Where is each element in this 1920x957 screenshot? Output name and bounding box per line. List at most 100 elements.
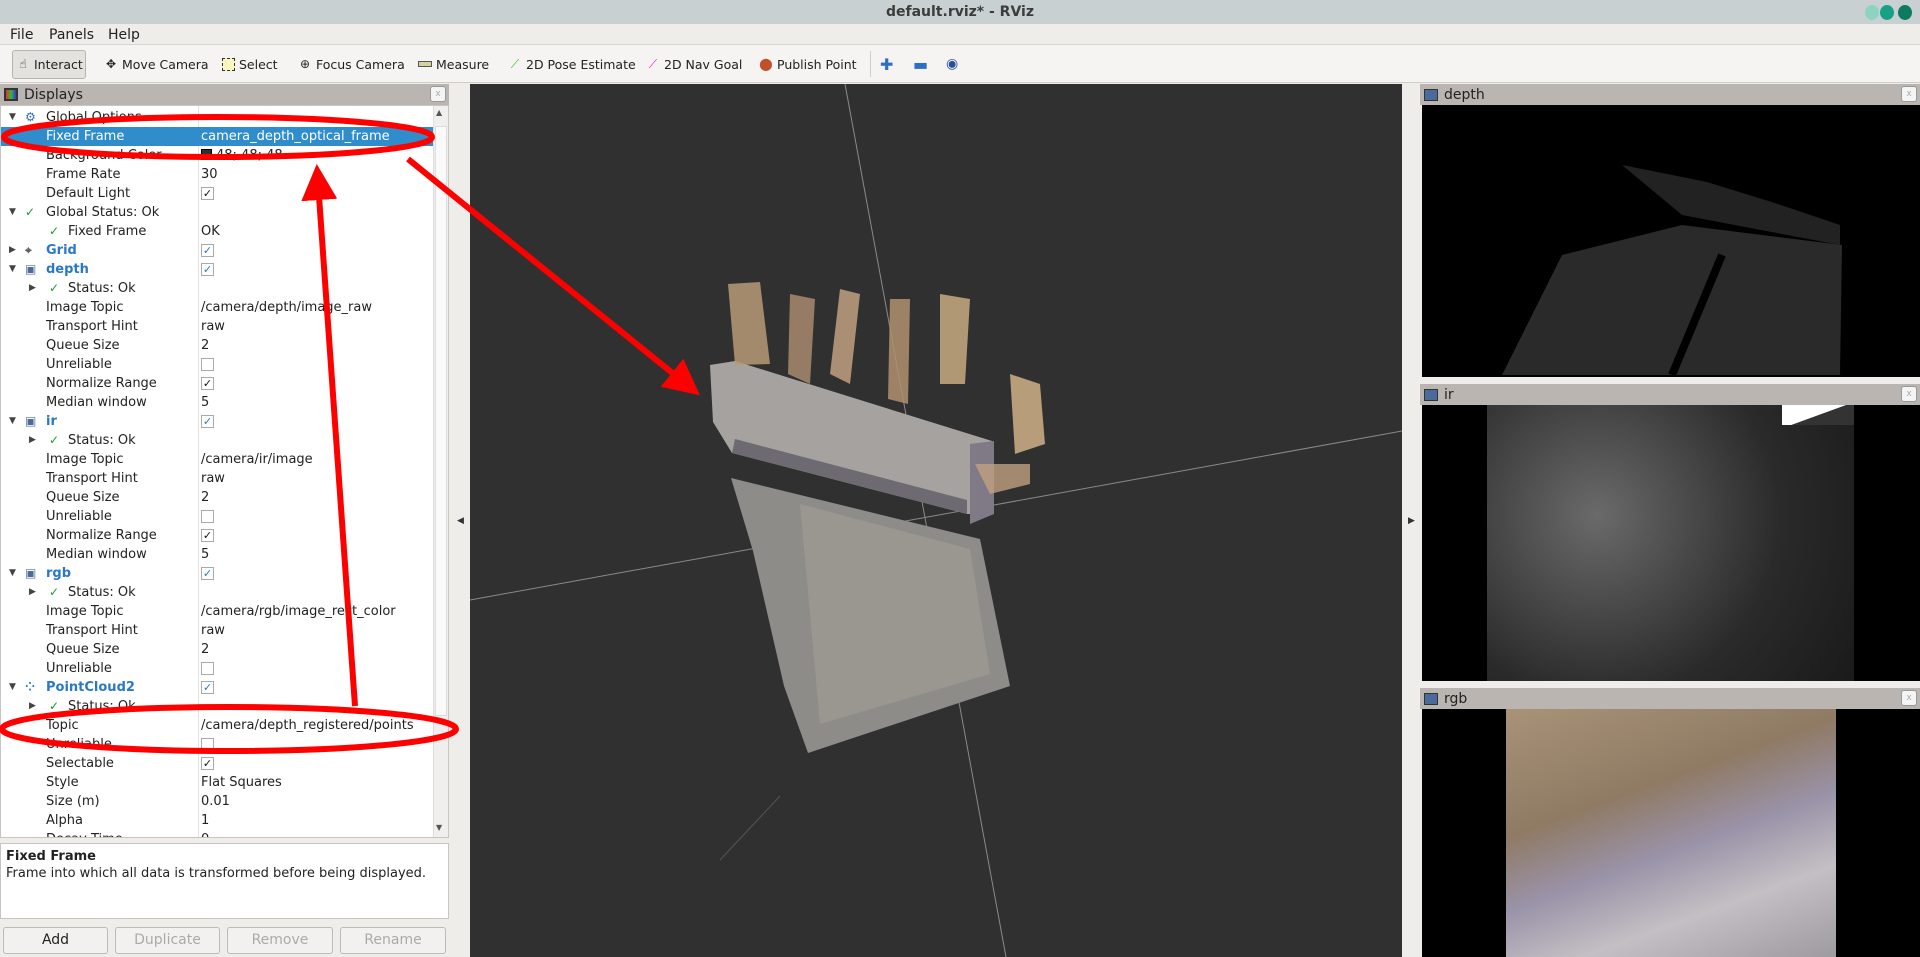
tree-row[interactable]: Default Light ✓ [1,184,433,203]
tree-row[interactable]: Queue Size 2 [1,336,433,355]
minimize-button[interactable] [1865,5,1879,20]
property-value[interactable]: 2 [201,642,209,657]
tree-row[interactable]: ▶ ✓ Status: Ok [1,583,433,602]
checkbox[interactable]: ✓ [201,377,214,390]
tree-row[interactable]: Transport Hint raw [1,317,433,336]
tree-row[interactable]: Selectable ✓ [1,754,433,773]
add-button[interactable]: Add [3,927,108,954]
property-value-cell[interactable]: raw [201,317,225,336]
collapse-arrow-icon[interactable]: ▼ [9,203,16,222]
property-value[interactable]: camera_depth_optical_frame [201,129,390,144]
tree-row[interactable]: Image Topic/camera/depth/image_raw [1,298,433,317]
tree-row[interactable]: ▼ ▣ rgb ✓ [1,564,433,583]
tree-row[interactable]: Transport Hint raw [1,469,433,488]
property-value[interactable]: 5 [201,395,209,410]
tree-row[interactable]: Decay Time 0 [1,830,433,837]
property-value[interactable]: 5 [201,547,209,562]
tree-row[interactable]: Image Topic/camera/ir/image [1,450,433,469]
property-value-cell[interactable]: 5 [201,545,209,564]
property-value-cell[interactable]: 2 [201,640,209,659]
property-value-cell[interactable]: 0 [201,830,209,837]
tree-row[interactable]: ▼ ▣ ir ✓ [1,412,433,431]
close-panel-button[interactable]: x [430,86,446,102]
checkbox[interactable]: ✓ [201,757,214,770]
property-value[interactable]: OK [201,224,220,239]
property-value[interactable]: 48; 48; 48 [216,148,283,163]
collapse-arrow-icon[interactable]: ▼ [9,412,16,431]
tree-row[interactable]: ▼ ▣ depth ✓ [1,260,433,279]
left-dock-handle[interactable]: ◀ [451,84,469,957]
3d-view[interactable] [470,84,1402,957]
property-value[interactable]: /camera/depth/image_raw [201,300,372,315]
tree-row[interactable]: Queue Size 2 [1,488,433,507]
tree-row[interactable]: Normalize Range ✓ [1,526,433,545]
property-value-cell[interactable]: /camera/ir/image [201,450,313,469]
property-value-cell[interactable]: 1 [201,811,209,830]
tree-row[interactable]: ▶ ✓ Status: Ok [1,279,433,298]
tree-row[interactable]: Frame Rate 30 [1,165,433,184]
menu-panels[interactable]: Panels [49,27,94,43]
tree-row[interactable]: Image Topic/camera/rgb/image_rect_color [1,602,433,621]
duplicate-button[interactable]: Duplicate [115,927,220,954]
expand-arrow-icon[interactable]: ▶ [9,241,16,260]
collapse-right-icon[interactable]: ▶ [1408,516,1415,526]
collapse-arrow-icon[interactable]: ▼ [9,678,16,697]
tree-row[interactable]: ✓ Fixed Frame OK [1,222,433,241]
property-value-cell[interactable]: /camera/rgb/image_rect_color [201,602,396,621]
property-value-cell[interactable]: 0.01 [201,792,230,811]
checkbox[interactable]: ✓ [201,529,214,542]
tree-row[interactable]: Size (m) 0.01 [1,792,433,811]
scroll-down-icon[interactable]: ▼ [436,823,442,832]
checkbox[interactable]: ✓ [201,567,214,580]
property-value-cell[interactable]: Flat Squares [201,773,282,792]
checkbox[interactable] [201,358,214,371]
tree-row[interactable]: Queue Size 2 [1,640,433,659]
property-value[interactable]: 0.01 [201,794,230,809]
tree-row[interactable]: Unreliable [1,507,433,526]
maximize-button[interactable] [1880,5,1894,20]
property-value-cell[interactable]: camera_depth_optical_frame [201,127,390,146]
property-value[interactable]: 2 [201,490,209,505]
property-value[interactable]: 1 [201,813,209,828]
right-dock-handle[interactable]: ▶ [1402,84,1420,957]
property-value-cell[interactable]: 30 [201,165,218,184]
select-tool[interactable]: Select [222,54,278,74]
close-button[interactable] [1898,5,1912,20]
nav-goal-tool[interactable]: ⟋ 2D Nav Goal [646,54,743,74]
expand-arrow-icon[interactable]: ▶ [29,697,36,716]
property-value[interactable]: 2 [201,338,209,353]
property-value[interactable]: /camera/ir/image [201,452,313,467]
tree-row[interactable]: Alpha 1 [1,811,433,830]
tree-row[interactable]: ▶ ⌖ Grid ✓ [1,241,433,260]
property-value-cell[interactable]: raw [201,621,225,640]
property-value[interactable]: /camera/depth_registered/points [201,718,414,733]
property-value[interactable]: 30 [201,167,218,182]
expand-arrow-icon[interactable]: ▶ [29,431,36,450]
tree-scrollbar[interactable]: ▲ ▼ [433,106,448,837]
collapse-arrow-icon[interactable]: ▼ [9,564,16,583]
expand-arrow-icon[interactable]: ▶ [29,583,36,602]
tree-row[interactable]: Median window 5 [1,545,433,564]
checkbox[interactable] [201,662,214,675]
pose-estimate-tool[interactable]: ⟋ 2D Pose Estimate [508,54,636,74]
property-value-cell[interactable]: 48; 48; 48 [201,146,283,165]
tree-row[interactable]: Unreliable [1,735,433,754]
checkbox[interactable] [201,510,214,523]
close-ir-button[interactable]: x [1901,386,1917,402]
close-depth-button[interactable]: x [1901,86,1917,102]
tree-row[interactable]: Fixed Frame camera_depth_optical_frame [1,127,433,146]
publish-point-tool[interactable]: ⬤ Publish Point [759,54,856,74]
tree-row[interactable]: ▶ ✓ Status: Ok [1,697,433,716]
menu-file[interactable]: File [10,27,33,43]
interact-tool[interactable]: ☝ Interact [16,54,82,74]
tree-row[interactable]: Topic/camera/depth_registered/points [1,716,433,735]
property-value[interactable]: raw [201,319,225,334]
property-value[interactable]: raw [201,623,225,638]
tree-row[interactable]: Unreliable [1,659,433,678]
property-value-cell[interactable]: 5 [201,393,209,412]
tree-row[interactable]: ▼ ✓ Global Status: Ok [1,203,433,222]
checkbox[interactable]: ✓ [201,263,214,276]
tree-row[interactable]: Median window 5 [1,393,433,412]
checkbox[interactable]: ✓ [201,244,214,257]
property-value[interactable]: raw [201,471,225,486]
